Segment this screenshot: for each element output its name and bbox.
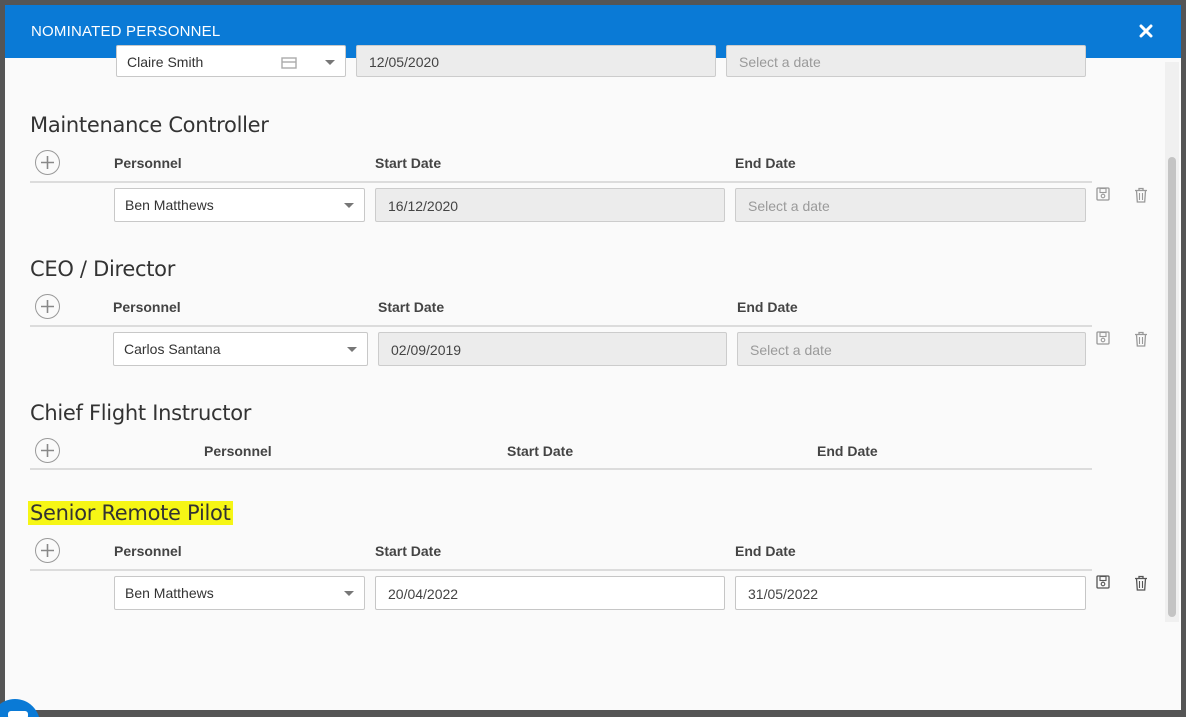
personnel-select[interactable]: Ben Matthews: [114, 188, 365, 222]
start-date-value: 12/05/2020: [369, 54, 440, 70]
chevron-down-icon: [325, 60, 335, 65]
trash-icon[interactable]: [1134, 331, 1150, 349]
chevron-down-icon: [344, 203, 354, 208]
column-header-personnel: Personnel: [204, 443, 272, 459]
column-header-end-date: End Date: [817, 443, 878, 459]
plus-icon: [41, 156, 54, 169]
start-date-value: 16/12/2020: [388, 198, 459, 214]
save-icon[interactable]: [1096, 331, 1112, 349]
column-header-start-date: Start Date: [375, 543, 442, 559]
start-date-field[interactable]: 16/12/2020: [375, 188, 725, 222]
end-date-placeholder: Select a date: [748, 198, 830, 214]
personnel-select-partial[interactable]: Claire Smith: [116, 45, 346, 77]
end-date-field[interactable]: Select a date: [735, 188, 1086, 222]
end-date-field[interactable]: Select a date: [737, 332, 1086, 366]
end-date-placeholder: Select a date: [739, 54, 821, 70]
plus-icon: [41, 544, 54, 557]
save-icon[interactable]: [1096, 575, 1112, 593]
close-icon[interactable]: [1135, 20, 1157, 42]
column-header-personnel: Personnel: [113, 299, 181, 315]
section-title-chief-flight-instructor: Chief Flight Instructor: [30, 401, 252, 425]
calendar-icon: [281, 56, 297, 74]
personnel-select[interactable]: Ben Matthews: [114, 576, 365, 610]
personnel-select-value: Ben Matthews: [125, 585, 214, 601]
nominated-personnel-modal: NOMINATED PERSONNEL Claire Smith 12/05/2…: [5, 5, 1181, 710]
add-personnel-button[interactable]: [35, 294, 60, 319]
column-header-end-date: End Date: [735, 155, 796, 171]
start-date-field[interactable]: 02/09/2019: [378, 332, 727, 366]
column-header-end-date: End Date: [737, 299, 798, 315]
personnel-select-value: Ben Matthews: [125, 197, 214, 213]
header-divider: [30, 181, 1092, 183]
plus-icon: [41, 300, 54, 313]
section-title-maintenance-controller: Maintenance Controller: [30, 113, 269, 137]
chevron-down-icon: [344, 591, 354, 596]
start-date-value: 02/09/2019: [391, 342, 462, 358]
section-title-ceo-director: CEO / Director: [30, 257, 176, 281]
trash-icon[interactable]: [1134, 187, 1150, 205]
plus-icon: [41, 444, 54, 457]
add-personnel-button[interactable]: [35, 150, 60, 175]
end-date-field[interactable]: 31/05/2022: [735, 576, 1086, 610]
column-header-personnel: Personnel: [114, 155, 182, 171]
add-personnel-button[interactable]: [35, 438, 60, 463]
personnel-select-value: Carlos Santana: [124, 341, 221, 357]
end-date-field-partial[interactable]: Select a date: [726, 45, 1086, 77]
start-date-value: 20/04/2022: [388, 586, 459, 602]
start-date-field[interactable]: 20/04/2022: [375, 576, 725, 610]
end-date-value: 31/05/2022: [748, 586, 819, 602]
column-header-start-date: Start Date: [507, 443, 574, 459]
end-date-placeholder: Select a date: [750, 342, 832, 358]
personnel-select[interactable]: Carlos Santana: [113, 332, 368, 366]
header-divider: [30, 468, 1092, 470]
column-header-personnel: Personnel: [114, 543, 182, 559]
header-divider: [30, 569, 1092, 571]
scrollbar-thumb[interactable]: [1168, 157, 1176, 617]
column-header-end-date: End Date: [735, 543, 796, 559]
column-header-start-date: Start Date: [378, 299, 445, 315]
start-date-field-partial[interactable]: 12/05/2020: [356, 45, 716, 77]
column-header-start-date: Start Date: [375, 155, 442, 171]
modal-title: NOMINATED PERSONNEL: [31, 23, 221, 40]
trash-icon[interactable]: [1134, 575, 1150, 593]
save-icon[interactable]: [1096, 187, 1112, 205]
personnel-select-value: Claire Smith: [127, 54, 204, 70]
add-personnel-button[interactable]: [35, 538, 60, 563]
section-title-senior-remote-pilot: Senior Remote Pilot: [28, 501, 233, 525]
header-divider: [30, 325, 1092, 327]
chevron-down-icon: [347, 347, 357, 352]
